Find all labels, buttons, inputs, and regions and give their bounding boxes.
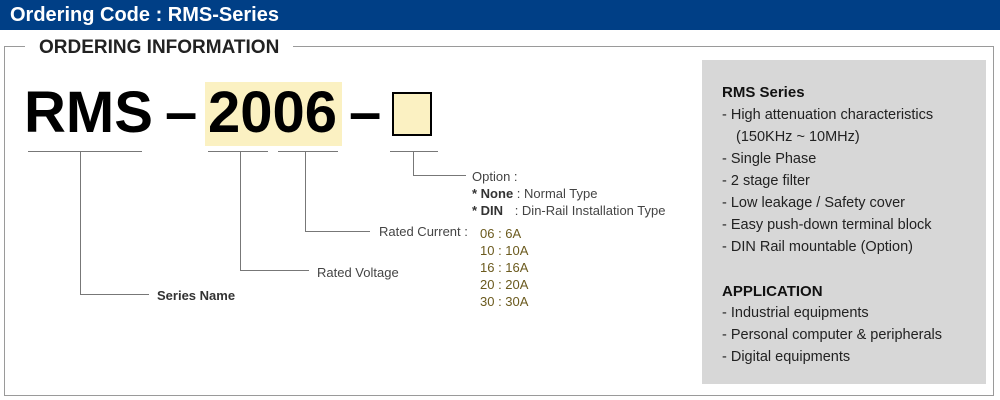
feature-item: - 2 stage filter <box>722 173 810 189</box>
rated-current-value: 20 : 20A <box>480 277 529 292</box>
option-connector-horizontal <box>413 175 466 176</box>
option-din-key: * DIN <box>472 203 504 218</box>
series-connector-horizontal <box>80 294 149 295</box>
panel-application-title: APPLICATION <box>722 283 823 300</box>
option-connector-vertical <box>413 151 414 175</box>
option-code-box <box>392 92 432 136</box>
series-underline <box>28 151 142 152</box>
rated-current-value: 06 : 6A <box>480 226 522 241</box>
rated-current-value: 16 : 16A <box>480 260 529 275</box>
rated-current-value: 10 : 10A <box>480 243 529 258</box>
rated-voltage-label: Rated Voltage <box>317 265 399 280</box>
voltage-underline <box>208 151 268 152</box>
option-none-key: * None <box>472 186 514 201</box>
option-din-line: * DIN : Din-Rail Installation Type <box>472 203 665 218</box>
option-none-desc: : Normal Type <box>516 186 598 201</box>
series-name-label: Series Name <box>157 288 236 303</box>
rated-current-label: Rated Current : <box>379 224 468 239</box>
application-item: - Personal computer & peripherals <box>722 327 943 343</box>
voltage-connector-vertical <box>240 151 241 270</box>
series-code: RMS <box>24 80 153 145</box>
option-din-desc: : Din-Rail Installation Type <box>514 203 666 218</box>
feature-item: - Single Phase <box>722 151 817 167</box>
panel-series-title: RMS Series <box>722 84 805 101</box>
code-dash-2: – <box>349 80 382 145</box>
application-item: - Digital equipments <box>722 349 851 365</box>
feature-item: - High attenuation characteristics <box>722 107 934 123</box>
current-connector-vertical <box>305 151 306 231</box>
option-underline <box>390 151 438 152</box>
current-underline <box>278 151 338 152</box>
series-connector-vertical <box>80 151 81 294</box>
current-connector-horizontal <box>305 231 370 232</box>
model-code: 2006 <box>208 80 338 145</box>
voltage-connector-horizontal <box>240 270 309 271</box>
code-dash-1: – <box>165 80 198 145</box>
feature-item: (150KHz ~ 10MHz) <box>736 129 860 145</box>
option-label: Option : <box>472 169 518 184</box>
feature-item: - Easy push-down terminal block <box>722 217 932 233</box>
section-title: ORDERING INFORMATION <box>25 37 294 59</box>
feature-item: - DIN Rail mountable (Option) <box>722 239 913 255</box>
page-title: Ordering Code : RMS-Series <box>10 4 279 26</box>
application-item: - Industrial equipments <box>722 305 869 321</box>
rated-current-value: 30 : 30A <box>480 294 529 309</box>
feature-item: - Low leakage / Safety cover <box>722 195 905 211</box>
option-none-line: * None : Normal Type <box>472 186 597 201</box>
